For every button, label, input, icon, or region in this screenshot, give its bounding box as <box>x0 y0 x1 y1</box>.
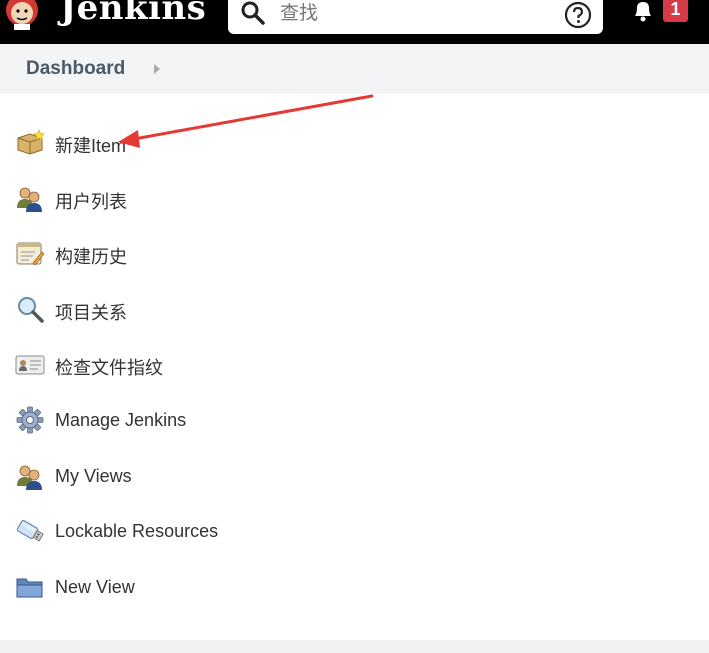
menu-item-label: 检查文件指纹 <box>55 358 163 378</box>
menu-item-my-views[interactable]: My Views <box>0 456 300 496</box>
breadcrumb-dashboard[interactable]: Dashboard <box>26 58 125 80</box>
brand-title[interactable]: Jenkins <box>60 0 206 28</box>
menu-item-people[interactable]: 用户列表 <box>0 178 300 218</box>
menu-item-new-view[interactable]: New View <box>0 567 300 607</box>
users-icon <box>17 187 42 212</box>
build-history-icon <box>16 242 45 266</box>
menu-item-label: Lockable Resources <box>55 521 219 541</box>
menu-item-label: 构建历史 <box>55 247 127 267</box>
menu-item-project-relationship[interactable]: 项目关系 <box>0 289 300 329</box>
breadcrumb: Dashboard <box>0 44 709 94</box>
usb-drive-icon <box>16 520 44 542</box>
menu-item-fingerprint[interactable]: 检查文件指纹 <box>0 344 300 384</box>
magnifier-icon <box>18 297 44 323</box>
menu-item-manage-jenkins[interactable]: Manage Jenkins <box>0 400 300 440</box>
menu-item-build-history[interactable]: 构建历史 <box>0 233 300 273</box>
top-navbar: Jenkins 1 <box>0 0 709 44</box>
new-item-icon <box>17 129 45 155</box>
jenkins-logo-icon[interactable] <box>2 0 44 32</box>
fingerprint-card-icon <box>15 355 45 375</box>
menu-item-label: New View <box>55 577 135 597</box>
users-icon <box>17 465 42 490</box>
bell-icon[interactable] <box>630 0 656 24</box>
help-icon[interactable] <box>564 1 592 29</box>
page-footer <box>0 640 709 653</box>
gear-icon <box>16 406 44 434</box>
menu-item-lockable-resources[interactable]: Lockable Resources <box>0 511 300 551</box>
menu-item-label: My Views <box>55 466 132 486</box>
notification-badge[interactable]: 1 <box>663 0 688 22</box>
folder-icon <box>16 578 43 598</box>
menu-item-new-item[interactable]: 新建Item <box>0 122 300 162</box>
menu-item-label: 用户列表 <box>55 192 127 212</box>
search-box <box>228 0 603 34</box>
menu-item-label: 新建Item <box>55 136 127 156</box>
menu-item-label: Manage Jenkins <box>55 410 187 430</box>
menu-item-label: 项目关系 <box>55 303 127 323</box>
breadcrumb-chevron-icon[interactable] <box>154 64 160 74</box>
search-icon <box>241 1 265 25</box>
search-input[interactable] <box>280 0 550 28</box>
